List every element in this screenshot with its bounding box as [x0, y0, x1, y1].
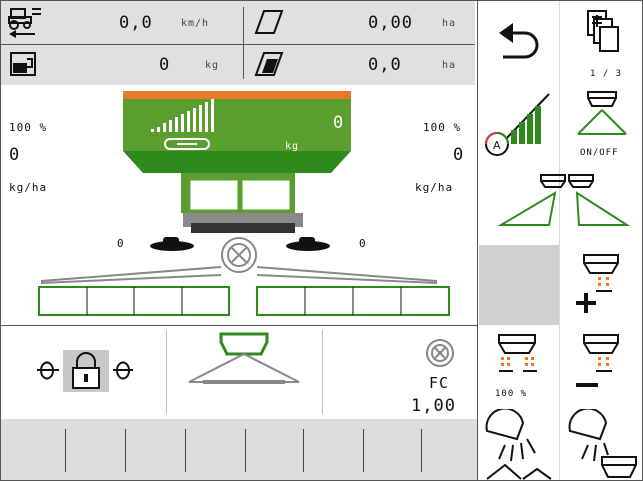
speed-unit: km/h — [181, 18, 210, 29]
spreader-light-icon — [568, 409, 637, 478]
fertilizer-hopper — [123, 91, 351, 233]
panel-divider-1 — [166, 330, 167, 414]
page-indicator: 1 / 3 — [590, 69, 623, 79]
panel-divider-2 — [322, 330, 323, 414]
spreader-light-button[interactable] — [560, 407, 642, 480]
hopper-unit: kg — [285, 141, 300, 152]
area-total-value: 0,0 — [368, 55, 402, 75]
softkey-slot-2[interactable] — [125, 429, 126, 472]
left-rate-unit: kg/ha — [9, 181, 48, 194]
on-off-label: ON/OFF — [580, 148, 619, 158]
rate-100-button[interactable]: 100 % — [477, 327, 559, 407]
softkey-slot-7[interactable] — [421, 429, 422, 472]
back-button[interactable] — [477, 1, 559, 83]
pages-icon — [587, 10, 619, 52]
field-area-icon — [254, 10, 284, 34]
fill-value: 0 — [159, 55, 171, 75]
softkey-slot-6[interactable] — [363, 429, 364, 472]
terminal-screen: 0,0 km/h 0,00 ha 0 kg 0,0 ha 100 % 0 kg/… — [0, 0, 643, 481]
area-unit: ha — [442, 18, 457, 29]
spreading-on-off-button[interactable]: ON/OFF — [560, 84, 642, 162]
tractor-speed-icon — [8, 8, 41, 38]
softkey-slot-5[interactable] — [303, 429, 304, 472]
work-light-button[interactable] — [477, 407, 559, 480]
area-value: 0,00 — [368, 13, 413, 33]
fill-unit: kg — [205, 60, 220, 71]
section-plus-icon — [576, 254, 619, 313]
left-rate-value: 0 — [9, 145, 20, 165]
area-display: 0,00 ha — [244, 1, 475, 44]
field-area-filled-icon — [254, 52, 284, 76]
area-total-display: 0,0 ha — [244, 45, 475, 85]
right-rate-unit: kg/ha — [415, 181, 454, 194]
fill-level-display: 0 kg — [1, 45, 243, 85]
section-lock-indicator — [37, 350, 133, 392]
right-disc-value: 0 — [359, 237, 367, 250]
hopper-value: 0 — [333, 113, 344, 133]
left-disc-value: 0 — [117, 237, 125, 250]
left-spreading-disc — [150, 237, 194, 251]
right-spreading-disc — [286, 237, 330, 251]
work-light-icon — [485, 409, 552, 480]
spreader-border-icon — [188, 332, 300, 384]
fc-label: FC — [429, 374, 450, 392]
status-area: 0,0 km/h 0,00 ha 0 kg 0,0 ha — [1, 1, 475, 85]
half-side-icon — [497, 174, 631, 226]
left-rate-percent: 100 % — [9, 121, 48, 134]
page-switch-button[interactable]: 1 / 3 — [560, 1, 642, 83]
fc-reset-icon — [426, 339, 454, 367]
softkey-slot-1[interactable] — [65, 429, 66, 472]
spread-pattern — [38, 266, 450, 316]
lower-panel: FC 1,00 — [1, 326, 477, 419]
bottom-softkey-bar — [1, 419, 477, 480]
area-total-unit: ha — [442, 60, 457, 71]
softkey-slot-3[interactable] — [185, 429, 186, 472]
rate-reset-icon — [498, 334, 537, 372]
hopper-fill-icon — [10, 52, 36, 76]
right-softkey-column: 1 / 3 A ON/OFF 100 % — [477, 1, 642, 480]
rate-percent-label: 100 % — [495, 389, 528, 399]
auto-rate-icon: A — [485, 93, 550, 156]
fc-value: 1,00 — [411, 396, 456, 416]
empty-softkey — [479, 245, 559, 325]
section-increase-button[interactable] — [560, 245, 642, 325]
auto-rate-button[interactable]: A — [477, 84, 559, 162]
spreader-on-off-icon — [577, 91, 627, 135]
back-arrow-icon — [499, 23, 539, 59]
speed-value: 0,0 — [119, 13, 153, 33]
right-rate-percent: 100 % — [423, 121, 462, 134]
section-decrease-button[interactable] — [560, 327, 642, 407]
softkey-slot-4[interactable] — [245, 429, 246, 472]
section-minus-icon — [576, 334, 619, 387]
half-side-button[interactable] — [477, 163, 642, 243]
right-rate-value: 0 — [453, 145, 464, 165]
speed-display: 0,0 km/h — [1, 1, 243, 44]
svg-text:A: A — [493, 139, 501, 152]
